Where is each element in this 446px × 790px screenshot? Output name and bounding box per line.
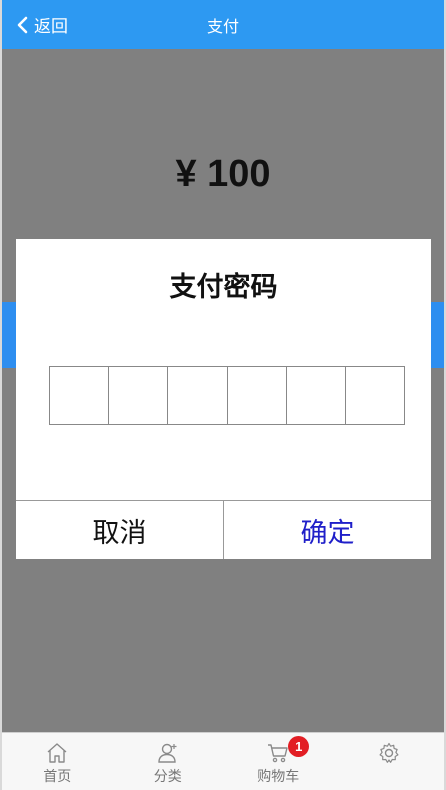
page-title: 支付 bbox=[206, 16, 239, 36]
pin-digit-box[interactable] bbox=[286, 367, 346, 424]
pin-digit-box[interactable] bbox=[168, 367, 228, 424]
cart-icon bbox=[268, 744, 288, 763]
confirm-button[interactable]: 确定 bbox=[224, 501, 431, 559]
pin-digit-box[interactable] bbox=[345, 367, 405, 424]
tab-label: 首页 bbox=[43, 769, 72, 785]
pay-button-edge-right bbox=[430, 302, 444, 368]
tab-settings[interactable] bbox=[334, 733, 445, 790]
dialog-actions: 取消 确定 bbox=[16, 500, 431, 559]
tab-home[interactable]: 首页 bbox=[2, 733, 113, 790]
payment-amount: ¥ 100 bbox=[175, 153, 271, 195]
tab-label: 购物车 bbox=[257, 769, 300, 785]
chevron-left-icon bbox=[17, 16, 28, 33]
home-icon bbox=[47, 743, 67, 763]
password-dialog: 支付密码 取消 确定 bbox=[16, 239, 431, 559]
cancel-button[interactable]: 取消 bbox=[16, 501, 224, 559]
app-frame: 返回 支付 ¥ 100 支付密码 取消 确定 首页 分类 1 购物车 bbox=[0, 0, 446, 790]
tab-cart[interactable]: 1 购物车 bbox=[223, 733, 334, 790]
back-label: 返回 bbox=[34, 17, 68, 37]
user-icon bbox=[158, 743, 177, 763]
tab-label: 分类 bbox=[153, 769, 182, 785]
header-bar: 返回 支付 bbox=[2, 0, 444, 49]
back-button[interactable]: 返回 bbox=[16, 0, 68, 49]
gear-icon bbox=[379, 742, 399, 763]
pin-input-row[interactable] bbox=[49, 366, 405, 425]
pin-digit-box[interactable] bbox=[50, 367, 110, 424]
cart-count-badge: 1 bbox=[288, 736, 310, 757]
tab-category[interactable]: 分类 bbox=[113, 733, 224, 790]
bottom-tab-bar: 首页 分类 1 购物车 bbox=[2, 732, 444, 790]
dialog-title: 支付密码 bbox=[169, 272, 278, 303]
pin-digit-box[interactable] bbox=[109, 367, 169, 424]
pin-digit-box[interactable] bbox=[227, 367, 287, 424]
pay-button-edge-left bbox=[2, 302, 16, 368]
